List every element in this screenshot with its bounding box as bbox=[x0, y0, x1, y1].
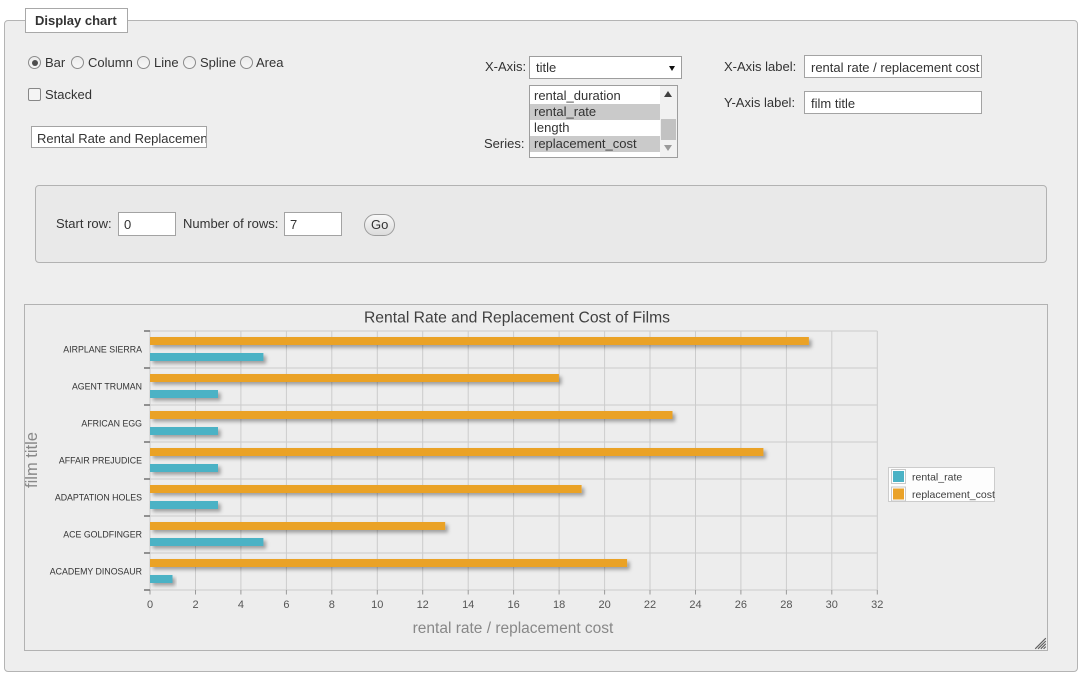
svg-text:32: 32 bbox=[871, 599, 883, 611]
svg-text:6: 6 bbox=[283, 599, 289, 611]
svg-text:26: 26 bbox=[735, 599, 747, 611]
svg-text:2: 2 bbox=[192, 599, 198, 611]
svg-text:AFRICAN EGG: AFRICAN EGG bbox=[81, 419, 142, 429]
svg-text:AGENT TRUMAN: AGENT TRUMAN bbox=[72, 382, 142, 392]
svg-text:rental rate / replacement cost: rental rate / replacement cost bbox=[413, 620, 614, 637]
svg-text:ACE GOLDFINGER: ACE GOLDFINGER bbox=[63, 530, 142, 540]
svg-text:8: 8 bbox=[329, 599, 335, 611]
svg-text:22: 22 bbox=[644, 599, 656, 611]
svg-text:Rental Rate and Replacement Co: Rental Rate and Replacement Cost of Film… bbox=[364, 310, 670, 327]
svg-text:4: 4 bbox=[238, 599, 244, 611]
svg-text:ADAPTATION HOLES: ADAPTATION HOLES bbox=[55, 493, 142, 503]
svg-text:14: 14 bbox=[462, 599, 474, 611]
svg-text:24: 24 bbox=[689, 599, 701, 611]
svg-text:18: 18 bbox=[553, 599, 565, 611]
svg-text:0: 0 bbox=[147, 599, 153, 611]
svg-text:replacement_cost: replacement_cost bbox=[912, 489, 995, 501]
svg-text:28: 28 bbox=[780, 599, 792, 611]
svg-text:20: 20 bbox=[598, 599, 610, 611]
svg-text:AIRPLANE SIERRA: AIRPLANE SIERRA bbox=[63, 345, 142, 355]
svg-text:film title: film title bbox=[25, 432, 41, 488]
svg-text:30: 30 bbox=[826, 599, 838, 611]
svg-text:ACADEMY DINOSAUR: ACADEMY DINOSAUR bbox=[50, 567, 142, 577]
svg-text:AFFAIR PREJUDICE: AFFAIR PREJUDICE bbox=[59, 456, 142, 466]
svg-text:10: 10 bbox=[371, 599, 383, 611]
svg-text:rental_rate: rental_rate bbox=[912, 472, 962, 484]
svg-text:16: 16 bbox=[507, 599, 519, 611]
svg-text:12: 12 bbox=[417, 599, 429, 611]
